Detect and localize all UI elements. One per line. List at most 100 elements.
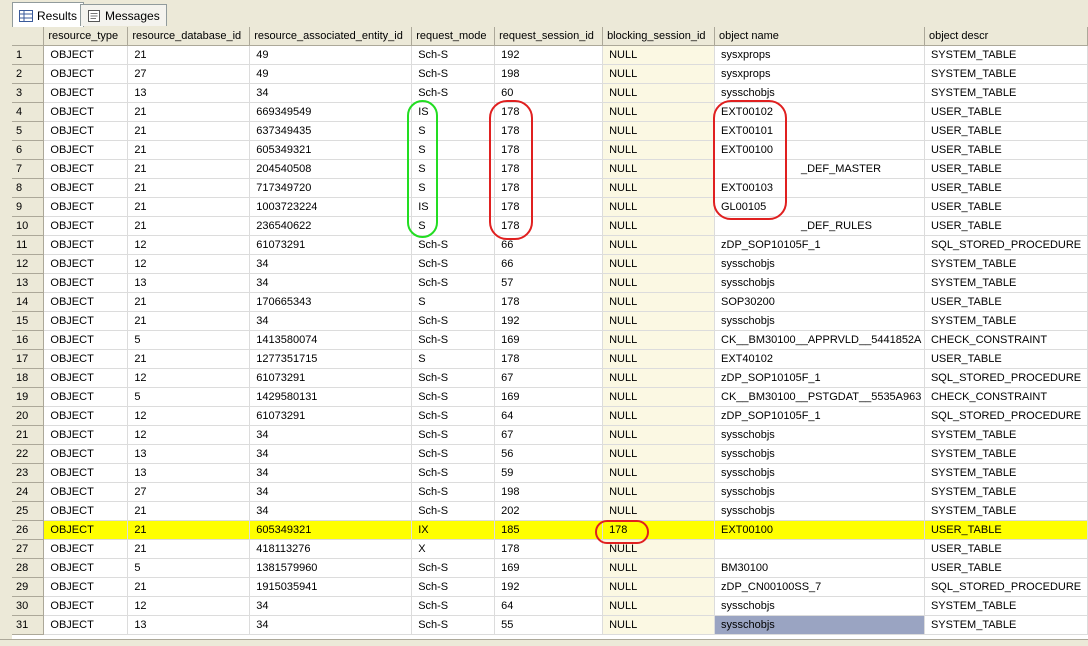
table-cell[interactable]: NULL — [602, 178, 715, 198]
table-cell[interactable]: 34 — [249, 596, 413, 616]
table-cell[interactable]: 21 — [127, 349, 251, 369]
table-cell[interactable]: 178 — [494, 178, 604, 198]
table-row[interactable]: 13 OBJECT 13 34 Sch-S 57 NULL sysschobjs SYSTEM_… — [12, 273, 1088, 293]
table-cell[interactable]: sysschobjs — [714, 425, 925, 445]
table-cell[interactable]: NULL — [602, 235, 715, 255]
table-cell[interactable]: OBJECT — [43, 254, 129, 274]
table-cell[interactable]: OBJECT — [43, 558, 129, 578]
row-number[interactable]: 6 — [12, 140, 45, 160]
table-cell[interactable]: 64 — [494, 596, 604, 616]
row-number[interactable]: 17 — [12, 349, 45, 369]
row-number[interactable]: 12 — [12, 254, 45, 274]
table-cell[interactable]: sysschobjs — [714, 254, 925, 274]
table-cell[interactable]: OBJECT — [43, 349, 129, 369]
table-cell[interactable]: NULL — [602, 121, 715, 141]
table-cell[interactable]: OBJECT — [43, 102, 129, 122]
table-cell[interactable]: 12 — [127, 596, 251, 616]
table-cell[interactable]: OBJECT — [43, 368, 129, 388]
table-cell[interactable]: NULL — [602, 501, 715, 521]
table-cell[interactable]: 1413580074 — [249, 330, 413, 350]
table-row[interactable]: 12 OBJECT 12 34 Sch-S 66 NULL sysschobjs SYSTEM_… — [12, 254, 1088, 274]
table-cell[interactable]: OBJECT — [43, 482, 129, 502]
table-cell[interactable]: 169 — [494, 330, 604, 350]
table-row[interactable]: 8 OBJECT 21 717349720 S 178 NULL EXT00103 USER_T… — [12, 178, 1088, 198]
table-cell[interactable]: SQL_STORED_PROCEDURE — [924, 368, 1088, 388]
table-cell[interactable]: OBJECT — [43, 235, 129, 255]
table-cell[interactable]: 202 — [494, 501, 604, 521]
table-cell[interactable]: 169 — [494, 558, 604, 578]
table-cell[interactable]: OBJECT — [43, 501, 129, 521]
table-cell[interactable]: 178 — [494, 216, 604, 236]
table-cell[interactable]: SOP30200 — [714, 292, 925, 312]
row-number[interactable]: 16 — [12, 330, 45, 350]
row-number[interactable]: 18 — [12, 368, 45, 388]
table-row[interactable]: 31 OBJECT 13 34 Sch-S 55 NULL sysschobjs SYSTEM_… — [12, 615, 1088, 635]
table-cell[interactable]: 717349720 — [249, 178, 413, 198]
table-cell[interactable]: OBJECT — [43, 406, 129, 426]
table-cell[interactable]: zDP_SOP10105F_1 — [714, 406, 925, 426]
table-cell[interactable]: SQL_STORED_PROCEDURE — [924, 406, 1088, 426]
table-cell[interactable]: 66 — [494, 254, 604, 274]
table-cell[interactable]: S — [411, 140, 496, 160]
table-cell[interactable]: OBJECT — [43, 45, 129, 65]
row-number[interactable]: 22 — [12, 444, 45, 464]
table-cell[interactable]: OBJECT — [43, 425, 129, 445]
table-cell[interactable]: 21 — [127, 577, 251, 597]
table-cell[interactable]: S — [411, 178, 496, 198]
table-cell[interactable]: 192 — [494, 577, 604, 597]
table-row[interactable]: 3 OBJECT 13 34 Sch-S 60 NULL sysschobjs SYSTEM_T… — [12, 83, 1088, 103]
row-number[interactable]: 14 — [12, 292, 45, 312]
table-row[interactable]: 11 OBJECT 12 61073291 Sch-S 66 NULL zDP_SOP1010… — [12, 235, 1088, 255]
row-number[interactable]: 25 — [12, 501, 45, 521]
table-cell[interactable]: Sch-S — [411, 83, 496, 103]
table-cell[interactable]: OBJECT — [43, 273, 129, 293]
row-number[interactable]: 20 — [12, 406, 45, 426]
table-cell[interactable]: NULL — [602, 159, 715, 179]
table-cell[interactable]: 21 — [127, 102, 251, 122]
table-cell[interactable]: EXT00100 — [714, 520, 925, 540]
table-cell[interactable]: CHECK_CONSTRAINT — [924, 387, 1088, 407]
table-row[interactable]: 19 OBJECT 5 1429580131 Sch-S 169 NULL CK__BM301… — [12, 387, 1088, 407]
table-cell[interactable]: NULL — [602, 577, 715, 597]
table-cell[interactable]: USER_TABLE — [924, 197, 1088, 217]
table-cell[interactable]: USER_TABLE — [924, 539, 1088, 559]
table-cell[interactable]: NULL — [602, 615, 715, 635]
table-cell[interactable]: 5 — [127, 330, 251, 350]
table-cell[interactable]: SYSTEM_TABLE — [924, 83, 1088, 103]
table-cell[interactable]: 13 — [127, 463, 251, 483]
table-cell[interactable]: SYSTEM_TABLE — [924, 596, 1088, 616]
table-cell[interactable]: 1381579960 — [249, 558, 413, 578]
column-header[interactable]: resource_associated_entity_id — [249, 27, 413, 46]
table-cell[interactable]: SYSTEM_TABLE — [924, 254, 1088, 274]
row-number[interactable]: 1 — [12, 45, 45, 65]
table-cell[interactable]: sysxprops — [714, 64, 925, 84]
table-cell[interactable]: 61073291 — [249, 235, 413, 255]
table-cell[interactable]: USER_TABLE — [924, 159, 1088, 179]
table-cell[interactable]: SYSTEM_TABLE — [924, 501, 1088, 521]
table-cell[interactable]: NULL — [602, 197, 715, 217]
table-cell[interactable]: NULL — [602, 83, 715, 103]
table-row[interactable]: 4 OBJECT 21 669349549 IS 178 NULL EXT00102 USER_… — [12, 102, 1088, 122]
table-cell[interactable]: 34 — [249, 615, 413, 635]
table-cell[interactable]: Sch-S — [411, 501, 496, 521]
tab-messages[interactable]: Messages — [80, 4, 167, 26]
table-cell[interactable]: SQL_STORED_PROCEDURE — [924, 235, 1088, 255]
table-cell[interactable]: SYSTEM_TABLE — [924, 463, 1088, 483]
column-header[interactable]: resource_database_id — [127, 27, 251, 46]
table-cell[interactable]: NULL — [602, 425, 715, 445]
table-cell[interactable]: 34 — [249, 463, 413, 483]
table-cell[interactable]: X — [411, 539, 496, 559]
table-cell[interactable]: 34 — [249, 501, 413, 521]
table-cell[interactable]: sysschobjs — [714, 482, 925, 502]
table-cell[interactable]: 21 — [127, 311, 251, 331]
table-cell[interactable]: CHECK_CONSTRAINT — [924, 330, 1088, 350]
table-cell[interactable]: NULL — [602, 140, 715, 160]
table-row[interactable]: 27 OBJECT 21 418113276 X 178 NULL USER_TABLE — [12, 539, 1088, 559]
table-cell[interactable]: OBJECT — [43, 83, 129, 103]
table-cell[interactable]: Sch-S — [411, 615, 496, 635]
table-cell[interactable]: 178 — [494, 197, 604, 217]
table-cell[interactable]: OBJECT — [43, 330, 129, 350]
table-cell[interactable]: 13 — [127, 83, 251, 103]
table-cell[interactable]: 27 — [127, 64, 251, 84]
table-cell[interactable]: 34 — [249, 482, 413, 502]
